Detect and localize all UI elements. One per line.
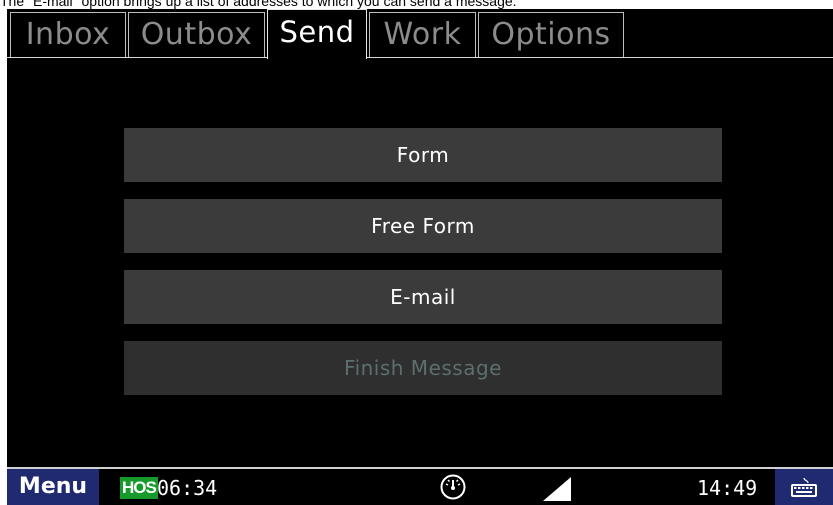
- tab-divider: [7, 57, 833, 58]
- form-button[interactable]: Form: [124, 128, 722, 182]
- hos-badge[interactable]: HOS: [120, 477, 158, 499]
- hos-time: 06:34: [157, 476, 218, 500]
- status-bar: Menu HOS 06:34 14:49: [7, 467, 833, 505]
- signal-icon: [543, 477, 571, 501]
- free-form-button[interactable]: Free Form: [124, 199, 722, 253]
- tab-outbox[interactable]: Outbox: [128, 12, 265, 57]
- clock: 14:49: [697, 476, 758, 500]
- email-button[interactable]: E-mail: [124, 270, 722, 324]
- tab-send[interactable]: Send: [267, 9, 367, 59]
- keyboard-icon: [791, 477, 817, 497]
- keyboard-button[interactable]: [775, 469, 833, 505]
- finish-message-button[interactable]: Finish Message: [124, 341, 722, 395]
- caption-text: The "E-mail" option brings up a list of …: [0, 0, 517, 9]
- tab-work[interactable]: Work: [369, 12, 476, 57]
- gauge-icon[interactable]: [439, 473, 467, 501]
- menu-button[interactable]: Menu: [7, 469, 99, 505]
- tab-options[interactable]: Options: [478, 12, 624, 57]
- tab-inbox[interactable]: Inbox: [10, 12, 126, 57]
- device-screen: Inbox Outbox Send Work Options Form Free…: [7, 9, 833, 505]
- tab-bar: Inbox Outbox Send Work Options: [7, 9, 833, 59]
